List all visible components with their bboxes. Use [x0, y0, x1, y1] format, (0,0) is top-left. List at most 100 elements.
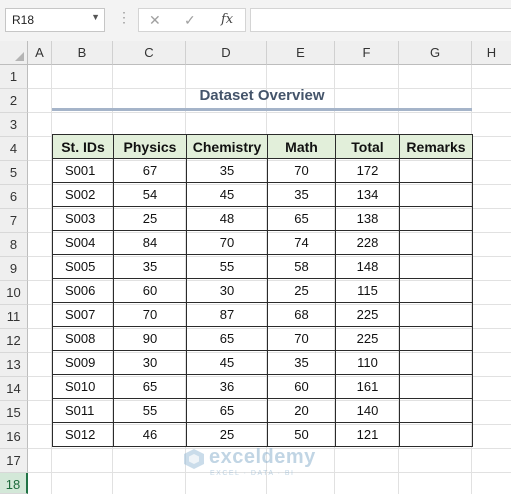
- remarks-cell[interactable]: [399, 350, 473, 375]
- row-header-1[interactable]: 1: [0, 65, 28, 89]
- math-cell[interactable]: 70: [267, 158, 336, 183]
- physics-cell[interactable]: 54: [113, 182, 187, 207]
- header-total[interactable]: Total: [335, 134, 400, 159]
- row-header-7[interactable]: 7: [0, 209, 28, 233]
- remarks-cell[interactable]: [399, 278, 473, 303]
- total-cell[interactable]: 138: [335, 206, 400, 231]
- row-header-3[interactable]: 3: [0, 113, 28, 137]
- student-id-cell[interactable]: S009: [52, 350, 114, 375]
- math-cell[interactable]: 70: [267, 326, 336, 351]
- chemistry-cell[interactable]: 25: [186, 422, 268, 447]
- remarks-cell[interactable]: [399, 398, 473, 423]
- row-header-8[interactable]: 8: [0, 233, 28, 257]
- chemistry-cell[interactable]: 87: [186, 302, 268, 327]
- remarks-cell[interactable]: [399, 230, 473, 255]
- row-header-18-selected[interactable]: 18: [0, 473, 28, 494]
- physics-cell[interactable]: 25: [113, 206, 187, 231]
- check-icon[interactable]: ✓: [184, 12, 196, 29]
- row-header-12[interactable]: 12: [0, 329, 28, 353]
- math-cell[interactable]: 74: [267, 230, 336, 255]
- row-header-5[interactable]: 5: [0, 161, 28, 185]
- total-cell[interactable]: 148: [335, 254, 400, 279]
- math-cell[interactable]: 35: [267, 182, 336, 207]
- math-cell[interactable]: 50: [267, 422, 336, 447]
- total-cell[interactable]: 115: [335, 278, 400, 303]
- student-id-cell[interactable]: S001: [52, 158, 114, 183]
- total-cell[interactable]: 121: [335, 422, 400, 447]
- math-cell[interactable]: 20: [267, 398, 336, 423]
- student-id-cell[interactable]: S008: [52, 326, 114, 351]
- row-header-14[interactable]: 14: [0, 377, 28, 401]
- total-cell[interactable]: 110: [335, 350, 400, 375]
- physics-cell[interactable]: 90: [113, 326, 187, 351]
- row-header-2[interactable]: 2: [0, 89, 28, 113]
- physics-cell[interactable]: 30: [113, 350, 187, 375]
- total-cell[interactable]: 172: [335, 158, 400, 183]
- student-id-cell[interactable]: S007: [52, 302, 114, 327]
- remarks-cell[interactable]: [399, 302, 473, 327]
- total-cell[interactable]: 161: [335, 374, 400, 399]
- total-cell[interactable]: 140: [335, 398, 400, 423]
- student-id-cell[interactable]: S010: [52, 374, 114, 399]
- row-header-4[interactable]: 4: [0, 137, 28, 161]
- header-math[interactable]: Math: [267, 134, 336, 159]
- select-all-button[interactable]: [0, 41, 28, 65]
- column-header-d[interactable]: D: [186, 41, 267, 65]
- math-cell[interactable]: 60: [267, 374, 336, 399]
- row-header-17[interactable]: 17: [0, 449, 28, 473]
- header-chemistry[interactable]: Chemistry: [186, 134, 268, 159]
- student-id-cell[interactable]: S005: [52, 254, 114, 279]
- remarks-cell[interactable]: [399, 206, 473, 231]
- row-header-10[interactable]: 10: [0, 281, 28, 305]
- physics-cell[interactable]: 65: [113, 374, 187, 399]
- math-cell[interactable]: 68: [267, 302, 336, 327]
- column-header-e[interactable]: E: [267, 41, 335, 65]
- physics-cell[interactable]: 70: [113, 302, 187, 327]
- chemistry-cell[interactable]: 65: [186, 326, 268, 351]
- student-id-cell[interactable]: S003: [52, 206, 114, 231]
- math-cell[interactable]: 35: [267, 350, 336, 375]
- chemistry-cell[interactable]: 36: [186, 374, 268, 399]
- student-id-cell[interactable]: S006: [52, 278, 114, 303]
- math-cell[interactable]: 65: [267, 206, 336, 231]
- row-header-13[interactable]: 13: [0, 353, 28, 377]
- student-id-cell[interactable]: S002: [52, 182, 114, 207]
- total-cell[interactable]: 228: [335, 230, 400, 255]
- math-cell[interactable]: 58: [267, 254, 336, 279]
- header-st-ids[interactable]: St. IDs: [52, 134, 114, 159]
- name-box[interactable]: R18 ▼: [5, 8, 105, 32]
- chemistry-cell[interactable]: 45: [186, 182, 268, 207]
- row-header-9[interactable]: 9: [0, 257, 28, 281]
- header-physics[interactable]: Physics: [113, 134, 187, 159]
- formula-input[interactable]: [250, 8, 511, 32]
- chemistry-cell[interactable]: 65: [186, 398, 268, 423]
- column-header-a[interactable]: A: [28, 41, 52, 65]
- insert-function-icon[interactable]: fx: [221, 12, 233, 27]
- column-header-f[interactable]: F: [335, 41, 399, 65]
- column-header-c[interactable]: C: [113, 41, 186, 65]
- remarks-cell[interactable]: [399, 182, 473, 207]
- physics-cell[interactable]: 55: [113, 398, 187, 423]
- student-id-cell[interactable]: S012: [52, 422, 114, 447]
- math-cell[interactable]: 25: [267, 278, 336, 303]
- column-header-g[interactable]: G: [399, 41, 472, 65]
- row-header-15[interactable]: 15: [0, 401, 28, 425]
- physics-cell[interactable]: 60: [113, 278, 187, 303]
- column-header-b[interactable]: B: [52, 41, 113, 65]
- header-remarks[interactable]: Remarks: [399, 134, 473, 159]
- row-header-16[interactable]: 16: [0, 425, 28, 449]
- remarks-cell[interactable]: [399, 326, 473, 351]
- total-cell[interactable]: 225: [335, 302, 400, 327]
- chemistry-cell[interactable]: 48: [186, 206, 268, 231]
- chemistry-cell[interactable]: 45: [186, 350, 268, 375]
- total-cell[interactable]: 134: [335, 182, 400, 207]
- physics-cell[interactable]: 35: [113, 254, 187, 279]
- column-header-h[interactable]: H: [472, 41, 511, 65]
- row-header-11[interactable]: 11: [0, 305, 28, 329]
- remarks-cell[interactable]: [399, 158, 473, 183]
- remarks-cell[interactable]: [399, 254, 473, 279]
- student-id-cell[interactable]: S011: [52, 398, 114, 423]
- chemistry-cell[interactable]: 70: [186, 230, 268, 255]
- chemistry-cell[interactable]: 30: [186, 278, 268, 303]
- physics-cell[interactable]: 84: [113, 230, 187, 255]
